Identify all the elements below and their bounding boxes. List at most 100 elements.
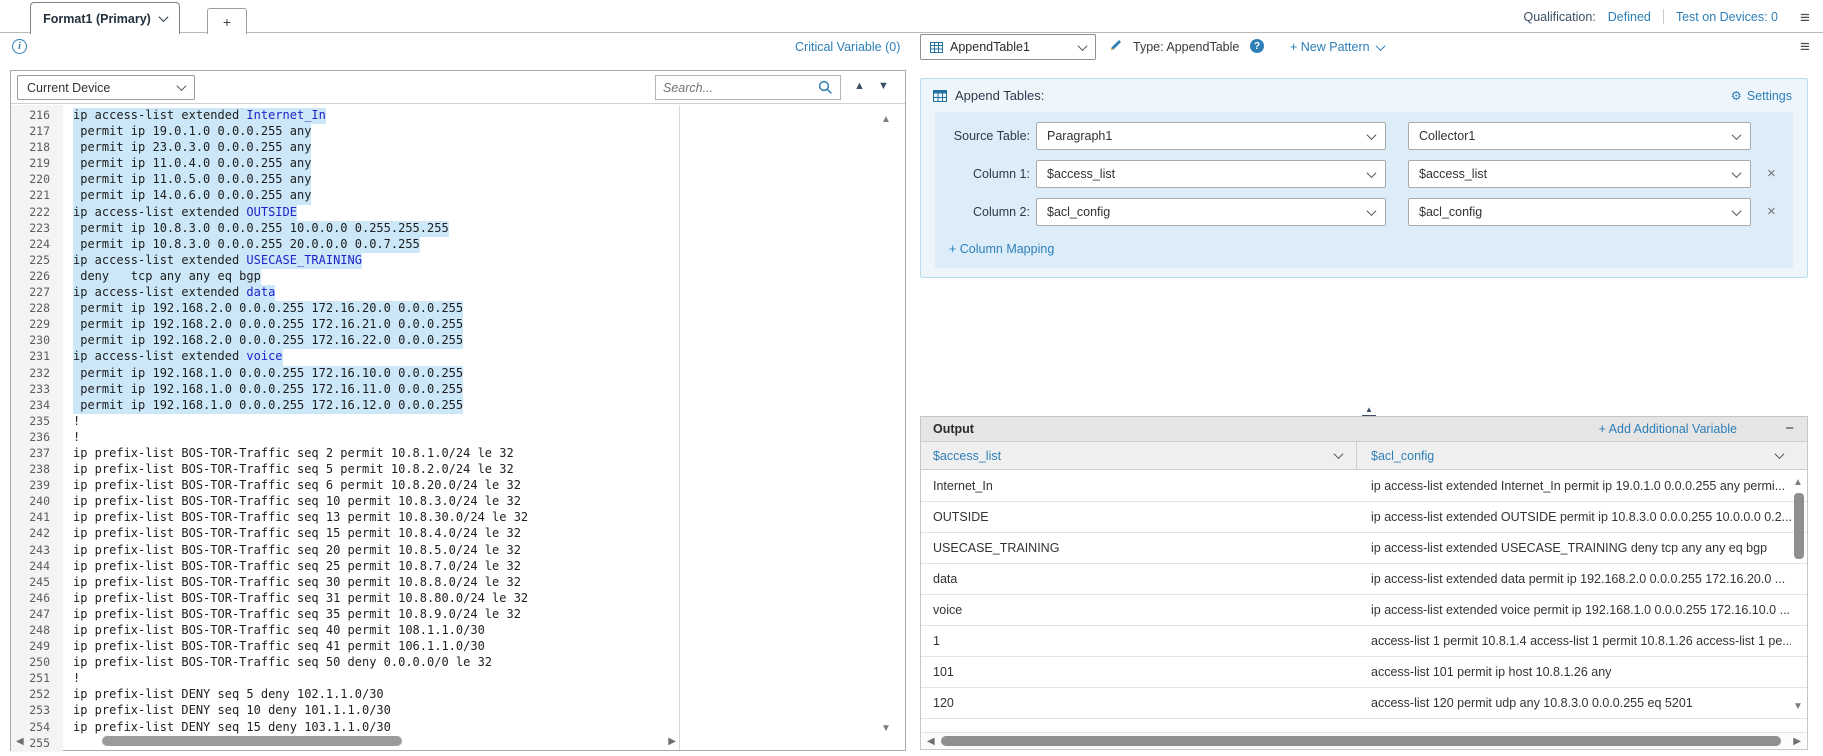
- output-table-row[interactable]: 1access-list 1 permit 10.8.1.4 access-li…: [921, 626, 1807, 657]
- help-icon[interactable]: ?: [1250, 39, 1264, 53]
- line-number: 253: [11, 703, 63, 719]
- tab-format1-primary[interactable]: Format1 (Primary): [30, 2, 180, 34]
- code-line[interactable]: 234 permit ip 192.168.1.0 0.0.0.255 172.…: [11, 398, 871, 414]
- device-select-value: Current Device: [27, 81, 110, 95]
- mapping-dropdown[interactable]: $access_list: [1408, 160, 1751, 188]
- output-scroll-down-arrow[interactable]: ▼: [1793, 701, 1803, 712]
- code-line[interactable]: 248ip prefix-list BOS-TOR-Traffic seq 40…: [11, 623, 871, 639]
- code-line[interactable]: 216ip access-list extended Internet_In: [11, 108, 871, 124]
- code-line[interactable]: 241ip prefix-list BOS-TOR-Traffic seq 13…: [11, 510, 871, 526]
- code-line[interactable]: 229 permit ip 192.168.2.0 0.0.0.255 172.…: [11, 317, 871, 333]
- edit-pencil-icon[interactable]: [1108, 38, 1123, 56]
- collapse-minus-icon[interactable]: −: [1785, 420, 1794, 437]
- search-input[interactable]: [663, 81, 818, 95]
- code-line[interactable]: 239ip prefix-list BOS-TOR-Traffic seq 6 …: [11, 478, 871, 494]
- code-line[interactable]: 220 permit ip 11.0.5.0 0.0.0.255 any: [11, 172, 871, 188]
- code-line[interactable]: 237ip prefix-list BOS-TOR-Traffic seq 2 …: [11, 446, 871, 462]
- code-line[interactable]: 226 deny tcp any any eq bgp: [11, 269, 871, 285]
- code-line[interactable]: 218 permit ip 23.0.3.0 0.0.0.255 any: [11, 140, 871, 156]
- scroll-right-arrow[interactable]: ▶: [1793, 736, 1801, 747]
- code-line[interactable]: 247ip prefix-list BOS-TOR-Traffic seq 35…: [11, 607, 871, 623]
- qualification-value-link[interactable]: Defined: [1608, 10, 1651, 24]
- remove-mapping-button[interactable]: ×: [1767, 203, 1776, 220]
- find-previous-button[interactable]: ▲: [854, 80, 865, 92]
- code-line[interactable]: 243ip prefix-list BOS-TOR-Traffic seq 20…: [11, 543, 871, 559]
- code-line[interactable]: 225ip access-list extended USECASE_TRAIN…: [11, 253, 871, 269]
- output-vertical-scrollbar-thumb[interactable]: [1794, 493, 1804, 559]
- output-table-row[interactable]: OUTSIDEip access-list extended OUTSIDE p…: [921, 502, 1807, 533]
- editor-horizontal-scrollbar[interactable]: ◀ ▶: [16, 735, 676, 748]
- output-table-row[interactable]: dataip access-list extended data permit …: [921, 564, 1807, 595]
- editor-scroll-up-arrow[interactable]: ▲: [881, 115, 891, 125]
- code-line[interactable]: 217 permit ip 19.0.1.0 0.0.0.255 any: [11, 124, 871, 140]
- pattern-select[interactable]: AppendTable1: [920, 34, 1096, 60]
- code-line[interactable]: 227ip access-list extended data: [11, 285, 871, 301]
- scrollbar-thumb[interactable]: [941, 736, 1781, 746]
- code-line[interactable]: 230 permit ip 192.168.2.0 0.0.0.255 172.…: [11, 333, 871, 349]
- code-line[interactable]: 232 permit ip 192.168.1.0 0.0.0.255 172.…: [11, 366, 871, 382]
- code-line[interactable]: 231ip access-list extended voice: [11, 349, 871, 365]
- test-on-devices-link[interactable]: Test on Devices: 0: [1676, 10, 1778, 24]
- code-line[interactable]: 249ip prefix-list BOS-TOR-Traffic seq 41…: [11, 639, 871, 655]
- mapping-dropdown[interactable]: Collector1: [1408, 122, 1751, 150]
- column-header-acl-config[interactable]: $acl_config: [1371, 449, 1434, 463]
- code-line[interactable]: 254ip prefix-list DENY seq 15 deny 103.1…: [11, 720, 871, 736]
- chevron-down-icon[interactable]: [1775, 449, 1785, 459]
- output-table-row[interactable]: 120access-list 120 permit udp any 10.8.3…: [921, 688, 1807, 719]
- info-icon[interactable]: i: [12, 39, 27, 54]
- code-line[interactable]: 242ip prefix-list BOS-TOR-Traffic seq 15…: [11, 526, 871, 542]
- code-line[interactable]: 223 permit ip 10.8.3.0 0.0.0.255 10.0.0.…: [11, 221, 871, 237]
- code-line[interactable]: 222ip access-list extended OUTSIDE: [11, 205, 871, 221]
- search-icon[interactable]: [818, 80, 833, 95]
- code-line[interactable]: 240ip prefix-list BOS-TOR-Traffic seq 10…: [11, 494, 871, 510]
- scroll-left-arrow[interactable]: ◀: [927, 736, 935, 747]
- column-header-access-list[interactable]: $access_list: [933, 449, 1001, 463]
- code-line[interactable]: 224 permit ip 10.8.3.0 0.0.0.255 20.0.0.…: [11, 237, 871, 253]
- scrollbar-thumb[interactable]: [102, 736, 402, 746]
- code-line[interactable]: 233 permit ip 192.168.1.0 0.0.0.255 172.…: [11, 382, 871, 398]
- code-line[interactable]: 236!: [11, 430, 871, 446]
- scroll-left-arrow[interactable]: ◀: [16, 736, 24, 747]
- add-tab-button[interactable]: +: [207, 8, 247, 34]
- column-divider: [1356, 442, 1357, 470]
- code-line[interactable]: 251!: [11, 671, 871, 687]
- add-column-mapping-button[interactable]: + Column Mapping: [949, 242, 1054, 256]
- mapping-row-label: Source Table:: [935, 129, 1030, 143]
- code-line[interactable]: 250ip prefix-list BOS-TOR-Traffic seq 50…: [11, 655, 871, 671]
- collapse-output-icon[interactable]: ▲: [1362, 405, 1376, 416]
- menu-icon-top[interactable]: ≡: [1800, 9, 1810, 26]
- code-line[interactable]: 244ip prefix-list BOS-TOR-Traffic seq 25…: [11, 559, 871, 575]
- code-line[interactable]: 219 permit ip 11.0.4.0 0.0.0.255 any: [11, 156, 871, 172]
- search-box: [655, 75, 841, 100]
- code-line[interactable]: 238ip prefix-list BOS-TOR-Traffic seq 5 …: [11, 462, 871, 478]
- code-line[interactable]: 253ip prefix-list DENY seq 10 deny 101.1…: [11, 703, 871, 719]
- code-line[interactable]: 245ip prefix-list BOS-TOR-Traffic seq 30…: [11, 575, 871, 591]
- code-line[interactable]: 228 permit ip 192.168.2.0 0.0.0.255 172.…: [11, 301, 871, 317]
- menu-icon-pattern[interactable]: ≡: [1800, 38, 1810, 55]
- chevron-down-icon[interactable]: [1334, 449, 1344, 459]
- mapping-dropdown[interactable]: $acl_config: [1036, 198, 1386, 226]
- critical-variable-link[interactable]: Critical Variable (0): [795, 40, 900, 54]
- find-next-button[interactable]: ▼: [878, 80, 889, 92]
- mapping-dropdown[interactable]: $access_list: [1036, 160, 1386, 188]
- scroll-right-arrow[interactable]: ▶: [668, 736, 676, 747]
- editor-scroll-down-arrow[interactable]: ▼: [881, 724, 891, 734]
- code-line[interactable]: 252ip prefix-list DENY seq 5 deny 102.1.…: [11, 687, 871, 703]
- mapping-dropdown[interactable]: Paragraph1: [1036, 122, 1386, 150]
- output-table-row[interactable]: voiceip access-list extended voice permi…: [921, 595, 1807, 626]
- output-scroll-up-arrow[interactable]: ▲: [1793, 477, 1803, 488]
- output-horizontal-scrollbar[interactable]: ◀ ▶: [922, 732, 1806, 748]
- output-table-row[interactable]: 101access-list 101 permit ip host 10.8.1…: [921, 657, 1807, 688]
- code-line[interactable]: 235!: [11, 414, 871, 430]
- mapping-dropdown[interactable]: $acl_config: [1408, 198, 1751, 226]
- code-line[interactable]: 246ip prefix-list BOS-TOR-Traffic seq 31…: [11, 591, 871, 607]
- code-line[interactable]: 221 permit ip 14.0.6.0 0.0.0.255 any: [11, 188, 871, 204]
- new-pattern-button[interactable]: + New Pattern: [1290, 40, 1384, 54]
- settings-button[interactable]: ⚙ Settings: [1731, 88, 1792, 103]
- add-additional-variable-button[interactable]: + Add Additional Variable: [1599, 422, 1737, 436]
- remove-mapping-button[interactable]: ×: [1767, 165, 1776, 182]
- code-viewport[interactable]: 216ip access-list extended Internet_In21…: [11, 105, 905, 750]
- device-select[interactable]: Current Device: [17, 75, 195, 100]
- output-table-row[interactable]: Internet_Inip access-list extended Inter…: [921, 471, 1807, 502]
- output-table-row[interactable]: USECASE_TRAININGip access-list extended …: [921, 533, 1807, 564]
